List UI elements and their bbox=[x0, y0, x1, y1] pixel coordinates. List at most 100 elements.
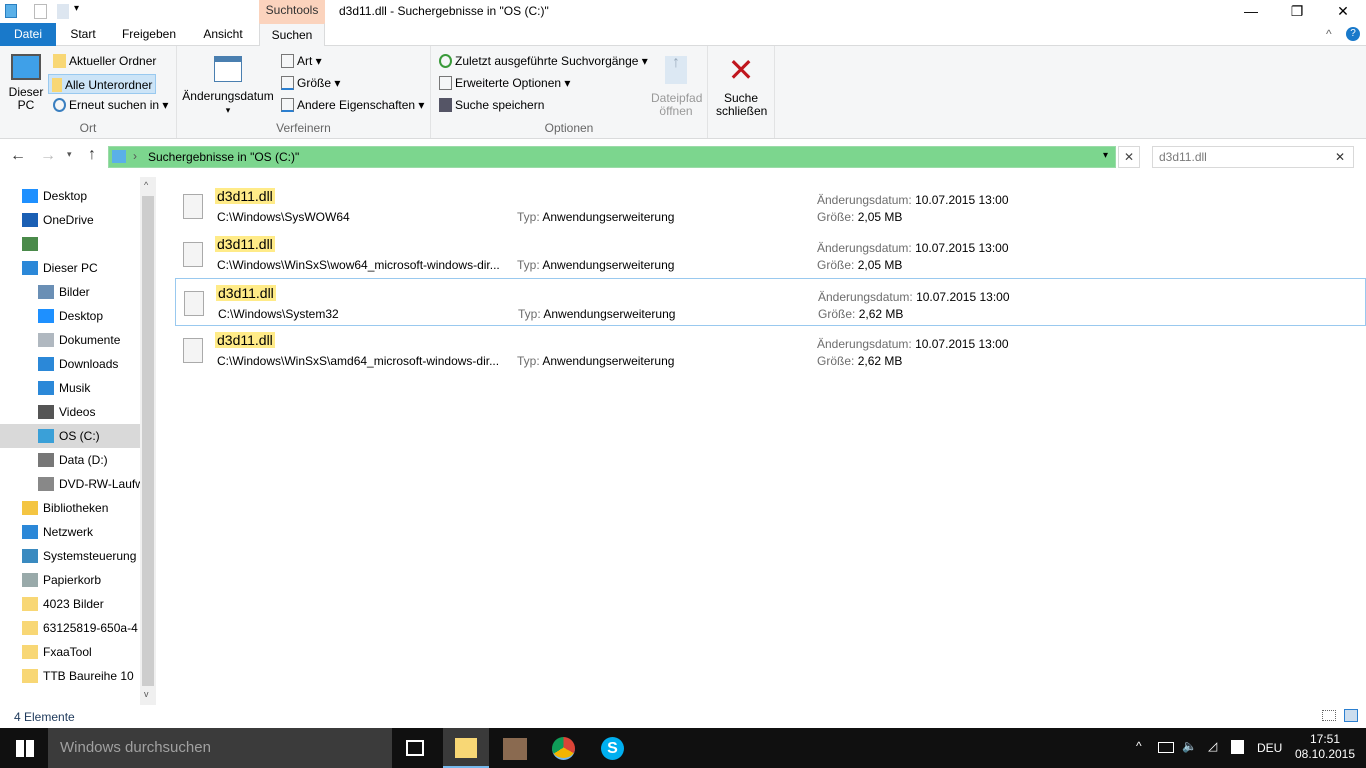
group-label-ort: Ort bbox=[79, 121, 97, 135]
nav-item[interactable]: OS (C:) bbox=[0, 424, 140, 448]
alle-unterordner-button[interactable]: Alle Unterordner bbox=[48, 74, 157, 94]
clear-search-icon[interactable]: ✕ bbox=[1335, 150, 1345, 164]
tab-ansicht[interactable]: Ansicht bbox=[194, 23, 252, 46]
erneut-suchen-button[interactable]: Erneut suchen in ▾ bbox=[50, 95, 171, 115]
cancel-search-button[interactable]: ✕ bbox=[1118, 146, 1140, 168]
groesse-button[interactable]: Größe ▾ bbox=[278, 73, 343, 93]
suche-schliessen-button[interactable]: ✕ Suche schließen bbox=[710, 54, 772, 118]
breadcrumb[interactable]: Suchergebnisse in "OS (C:)" bbox=[148, 150, 299, 164]
nav-item[interactable]: Systemsteuerung bbox=[0, 544, 140, 568]
action-center-icon[interactable] bbox=[1231, 740, 1244, 754]
nav-item[interactable]: Desktop bbox=[0, 184, 140, 208]
nav-item[interactable]: OneDrive bbox=[0, 208, 140, 232]
file-size: 2,05 MB bbox=[857, 258, 903, 272]
dieser-pc-button[interactable]: Dieser PC bbox=[4, 54, 48, 112]
file-date: 10.07.2015 13:00 bbox=[915, 193, 1009, 207]
nav-item[interactable]: Downloads bbox=[0, 352, 140, 376]
art-button[interactable]: Art ▾ bbox=[278, 51, 325, 71]
type-label: Typ: bbox=[518, 307, 541, 321]
details-view-icon[interactable] bbox=[1322, 710, 1336, 721]
nav-item-icon bbox=[38, 333, 54, 347]
skype-icon[interactable]: S bbox=[601, 737, 624, 760]
tab-datei[interactable]: Datei bbox=[0, 23, 56, 46]
qat-dropdown-icon[interactable]: ▾ bbox=[74, 3, 79, 14]
nav-item[interactable] bbox=[0, 232, 140, 256]
chrome-icon[interactable] bbox=[552, 737, 575, 760]
tab-freigeben[interactable]: Freigeben bbox=[114, 23, 184, 46]
nav-item[interactable]: DVD-RW-Laufwerk bbox=[0, 472, 140, 496]
tab-suchen[interactable]: Suchen bbox=[259, 23, 325, 47]
file-type: Anwendungserweiterung bbox=[542, 210, 675, 224]
nav-item[interactable]: Videos bbox=[0, 400, 140, 424]
nav-item[interactable]: Dieser PC bbox=[0, 256, 140, 280]
scroll-down-icon[interactable]: v bbox=[144, 689, 149, 699]
file-name: d3d11.dll bbox=[215, 332, 275, 348]
nav-item[interactable]: Bilder bbox=[0, 280, 140, 304]
nav-item[interactable]: Desktop bbox=[0, 304, 140, 328]
nav-item-icon bbox=[38, 381, 54, 395]
nav-item[interactable]: Dokumente bbox=[0, 328, 140, 352]
nav-item[interactable]: 4023 Bilder bbox=[0, 592, 140, 616]
nav-item-icon bbox=[22, 573, 38, 587]
properties-icon[interactable] bbox=[34, 4, 47, 19]
taskbar-search-input[interactable]: Windows durchsuchen bbox=[48, 728, 392, 768]
result-row[interactable]: d3d11.dll C:\Windows\System32 Typ: Anwen… bbox=[175, 278, 1366, 326]
file-date: 10.07.2015 13:00 bbox=[916, 290, 1010, 304]
erweiterte-optionen-button[interactable]: Erweiterte Optionen ▾ bbox=[436, 73, 573, 93]
large-icons-view-icon[interactable] bbox=[1344, 709, 1358, 722]
taskbar-app-photo-icon[interactable] bbox=[503, 738, 527, 760]
file-date: 10.07.2015 13:00 bbox=[915, 337, 1009, 351]
back-icon[interactable]: ← bbox=[10, 147, 26, 165]
nav-item[interactable]: FxaaTool bbox=[0, 640, 140, 664]
result-row[interactable]: d3d11.dll C:\Windows\SysWOW64 Typ: Anwen… bbox=[175, 182, 1366, 230]
minimize-button[interactable]: — bbox=[1228, 0, 1274, 22]
nav-item[interactable]: Bibliotheken bbox=[0, 496, 140, 520]
task-view-icon[interactable] bbox=[406, 740, 424, 756]
nav-item-label: Desktop bbox=[59, 309, 104, 323]
size-label: Größe: bbox=[817, 354, 855, 368]
wifi-icon[interactable]: ◿ bbox=[1208, 739, 1217, 753]
nav-item-icon bbox=[22, 525, 38, 539]
aktueller-ordner-button[interactable]: Aktueller Ordner bbox=[50, 51, 159, 71]
nav-item-icon bbox=[22, 213, 38, 227]
nav-item[interactable]: TTB Baureihe 10 bbox=[0, 664, 140, 688]
clock[interactable]: 17:51 08.10.2015 bbox=[1292, 732, 1358, 762]
aenderungsdatum-button[interactable]: Änderungsdatum ▾ bbox=[181, 56, 275, 117]
forward-icon[interactable]: → bbox=[40, 147, 56, 165]
address-dropdown-icon[interactable]: ▾ bbox=[1103, 150, 1108, 161]
language-indicator[interactable]: DEU bbox=[1257, 741, 1282, 755]
power-icon[interactable] bbox=[1158, 742, 1174, 753]
nav-item-icon bbox=[22, 501, 38, 515]
show-hidden-icons[interactable]: ^ bbox=[1136, 739, 1142, 753]
tab-start[interactable]: Start bbox=[64, 23, 102, 46]
close-button[interactable]: ✕ bbox=[1320, 0, 1366, 22]
windows-start-icon[interactable] bbox=[16, 740, 34, 757]
result-row[interactable]: d3d11.dll C:\Windows\WinSxS\amd64_micros… bbox=[175, 326, 1366, 374]
suche-speichern-button[interactable]: Suche speichern bbox=[436, 95, 547, 115]
type-icon bbox=[281, 54, 294, 68]
nav-item[interactable]: Papierkorb bbox=[0, 568, 140, 592]
scroll-up-icon[interactable]: ^ bbox=[144, 180, 148, 190]
volume-icon[interactable]: 🔈 bbox=[1182, 739, 1197, 753]
nav-item[interactable]: Musik bbox=[0, 376, 140, 400]
maximize-button[interactable]: ❐ bbox=[1274, 0, 1320, 22]
up-icon[interactable]: ↑ bbox=[88, 146, 96, 164]
nav-item-icon bbox=[22, 549, 38, 563]
group-schliessen: ✕ Suche schließen bbox=[708, 46, 775, 138]
recent-dropdown-icon[interactable]: ▾ bbox=[67, 149, 72, 160]
search-input[interactable]: d3d11.dll ✕ bbox=[1152, 146, 1354, 168]
dll-file-icon bbox=[183, 194, 203, 219]
nav-item[interactable]: Netzwerk bbox=[0, 520, 140, 544]
help-icon[interactable]: ? bbox=[1346, 27, 1360, 41]
andere-eigenschaften-button[interactable]: Andere Eigenschaften ▾ bbox=[278, 95, 427, 115]
collapse-ribbon-icon[interactable]: ^ bbox=[1326, 27, 1332, 41]
nav-item-label: Systemsteuerung bbox=[43, 549, 137, 563]
file-type: Anwendungserweiterung bbox=[542, 354, 675, 368]
zuletzt-button[interactable]: Zuletzt ausgeführte Suchvorgänge ▾ bbox=[436, 51, 651, 71]
nav-scrollbar-thumb[interactable] bbox=[142, 196, 154, 686]
nav-item[interactable]: Data (D:) bbox=[0, 448, 140, 472]
taskbar-explorer[interactable] bbox=[443, 728, 489, 768]
nav-item[interactable]: 63125819-650a-4 bbox=[0, 616, 140, 640]
result-row[interactable]: d3d11.dll C:\Windows\WinSxS\wow64_micros… bbox=[175, 230, 1366, 278]
new-folder-icon[interactable] bbox=[57, 4, 69, 19]
